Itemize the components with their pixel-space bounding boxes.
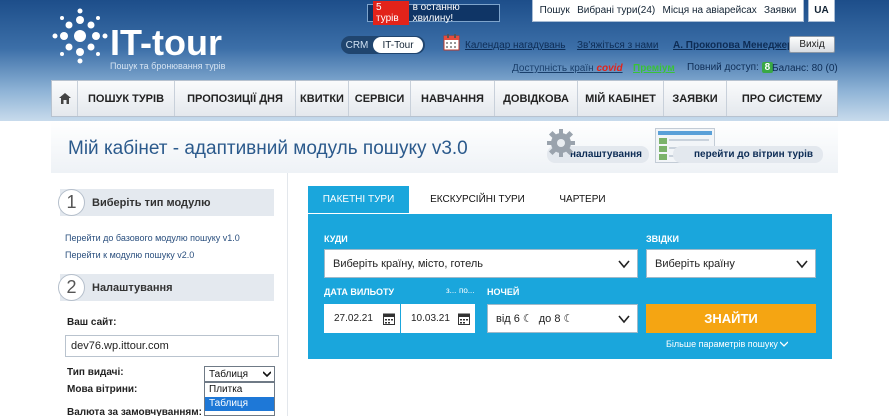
full-access-label: Повний доступ: — [687, 62, 759, 73]
language-switch[interactable]: UA — [808, 0, 835, 22]
main-nav: ПОШУК ТУРІВ ПРОПОЗИЦІЇ ДНЯ КВИТКИ СЕРВІС… — [51, 80, 838, 117]
countries-text: Доступність країн — [512, 63, 594, 74]
nav-offers-day[interactable]: ПРОПОЗИЦІЇ ДНЯ — [175, 81, 296, 116]
covid-label: covid — [596, 63, 623, 74]
user-name[interactable]: А. Прокопова Менеджер — [673, 40, 793, 51]
top-menu-flights[interactable]: Місця на авіарейсах — [663, 5, 757, 16]
logo-dots-icon — [52, 8, 108, 64]
type-select-value: Таблиця — [209, 368, 249, 380]
page-title: Мій кабінет - адаптивний модуль пошуку v… — [68, 138, 468, 159]
moon-icon: ☾ — [522, 313, 533, 325]
ittour-option[interactable]: IT-Tour — [373, 37, 423, 53]
logo-text: IT-tour — [110, 22, 222, 63]
where-label: КУДИ — [324, 234, 348, 244]
showcase-language-label: Мова вітрини: — [67, 384, 138, 395]
top-menu-search[interactable]: Пошук — [540, 5, 570, 16]
nights-to: до 8 — [538, 312, 561, 325]
nav-services[interactable]: СЕРВІСИ — [349, 81, 411, 116]
type-option-tile[interactable]: Плитка — [205, 383, 274, 397]
showcase-button[interactable]: перейти до вітрин турів — [673, 146, 823, 163]
top-menu-orders[interactable]: Заявки — [764, 5, 796, 16]
date-label: ДАТА ВИЛЬОТУ — [324, 287, 395, 297]
tab-package-tours[interactable]: ПАКЕТНІ ТУРИ — [308, 186, 409, 213]
more-params-label: Більше параметрів пошуку — [666, 339, 778, 349]
chevron-down-icon — [618, 260, 630, 269]
from-label: ЗВІДКИ — [646, 234, 680, 244]
nights-select[interactable]: від 6 ☾ до 8 ☾ — [487, 304, 638, 333]
chevron-down-icon — [779, 341, 789, 347]
nav-training[interactable]: НАВЧАННЯ — [411, 81, 495, 116]
chevron-down-icon — [263, 371, 271, 377]
calendar-icon[interactable] — [443, 33, 460, 51]
find-button[interactable]: ЗНАЙТИ — [646, 304, 816, 333]
type-select[interactable]: Таблиця — [204, 366, 275, 382]
step-number: 2 — [58, 274, 85, 301]
logo-subtitle: Пошук та бронювання турів — [110, 61, 226, 71]
promo-text: в останню хвилину! — [412, 2, 460, 24]
nav-about[interactable]: ПРО СИСТЕМУ — [727, 81, 837, 116]
more-params-link[interactable]: Більше параметрів пошуку — [666, 339, 789, 349]
home-icon[interactable] — [52, 81, 78, 116]
gear-icon[interactable] — [544, 126, 578, 160]
step-label: Налаштування — [92, 281, 173, 294]
nav-tickets[interactable]: КВИТКИ — [296, 81, 349, 116]
date-to-input[interactable]: 10.03.21 — [401, 304, 475, 333]
nav-my-cabinet[interactable]: МІЙ КАБІНЕТ — [578, 81, 664, 116]
site-input[interactable]: dev76.wp.ittour.com — [65, 335, 279, 357]
sidebar: 1 Виберіть тип модулю Перейти до базовог… — [51, 173, 288, 416]
top-menu-favorites[interactable]: Вибрані тури(24) — [577, 5, 655, 16]
date-to-hint: по... — [459, 286, 475, 295]
step-label: Виберіть тип модулю — [92, 196, 211, 209]
exit-button[interactable]: Вихід — [789, 36, 835, 53]
logo[interactable]: IT-tour Пошук та бронювання турів — [52, 8, 242, 71]
step-module-type: 1 Виберіть тип модулю — [58, 189, 274, 216]
date-from-hint: з... — [446, 286, 457, 295]
where-placeholder: Виберіть країну, місто, готель — [333, 257, 483, 270]
from-select[interactable]: Виберіть країну — [646, 249, 816, 278]
site-label: Ваш сайт: — [67, 317, 117, 328]
module-v2-link[interactable]: Перейти к модулю пошуку v2.0 — [65, 250, 194, 260]
date-from-input[interactable]: 27.02.21 — [324, 304, 400, 333]
calendar-link[interactable]: Календар нагадувань — [465, 40, 565, 51]
currency-label: Валюта за замовчуванням: — [67, 407, 202, 416]
crm-option[interactable]: CRM — [341, 40, 373, 51]
full-access: Повний доступ: 8 — [687, 62, 774, 73]
step-number: 1 — [58, 189, 85, 216]
where-select[interactable]: Виберіть країну, місто, готель — [324, 249, 638, 278]
crm-toggle[interactable]: CRM IT-Tour — [341, 36, 425, 54]
nights-from: від 6 — [496, 312, 520, 325]
chevron-down-icon — [618, 315, 630, 324]
contact-link[interactable]: Зв'яжіться з нами — [577, 40, 658, 51]
promo-count: 5 турів — [373, 1, 409, 25]
chevron-down-icon — [796, 260, 808, 269]
type-option-table[interactable]: Таблиця — [205, 397, 274, 411]
moon-icon: ☾ — [563, 313, 574, 325]
search-panel: КУДИ Виберіть країну, місто, готель ЗВІД… — [308, 214, 832, 359]
calendar-icon — [458, 313, 470, 325]
nav-orders[interactable]: ЗАЯВКИ — [664, 81, 727, 116]
tab-excursion-tours[interactable]: ЕКСКУРСІЙНІ ТУРИ — [409, 186, 546, 213]
type-label: Тип видачі: — [67, 367, 124, 378]
premium-link[interactable]: Преміум — [633, 63, 675, 74]
step-settings: 2 Налаштування — [58, 274, 274, 301]
date-from-value: 27.02.21 — [334, 313, 373, 324]
title-bar: Мій кабінет - адаптивний модуль пошуку v… — [51, 121, 838, 173]
search-tabs: ПАКЕТНІ ТУРИ ЕКСКУРСІЙНІ ТУРИ ЧАРТЕРИ — [308, 186, 619, 213]
type-dropdown: Плитка Таблиця — [204, 382, 275, 416]
nav-search-tours[interactable]: ПОШУК ТУРІВ — [78, 81, 175, 116]
last-minute-promo[interactable]: 5 турів в останню хвилину! — [367, 1, 500, 25]
top-menu: Пошук Вибрані тури(24) Місця на авіарейс… — [532, 0, 804, 22]
premium-label: Преміум — [633, 63, 675, 74]
nav-reference[interactable]: ДОВІДКОВА — [495, 81, 578, 116]
search-module: ПАКЕТНІ ТУРИ ЕКСКУРСІЙНІ ТУРИ ЧАРТЕРИ КУ… — [297, 173, 838, 416]
module-v1-link[interactable]: Перейти до базового модулю пошуку v1.0 — [65, 233, 240, 243]
countries-availability-link[interactable]: Доступність країн covid — [512, 63, 623, 74]
balance: Баланс: 80 (0) — [772, 63, 838, 74]
tab-charters[interactable]: ЧАРТЕРИ — [546, 186, 619, 213]
date-to-value: 10.03.21 — [411, 313, 450, 324]
from-placeholder: Виберіть країну — [655, 257, 735, 270]
nights-label: НОЧЕЙ — [487, 287, 520, 297]
calendar-icon — [383, 313, 395, 325]
